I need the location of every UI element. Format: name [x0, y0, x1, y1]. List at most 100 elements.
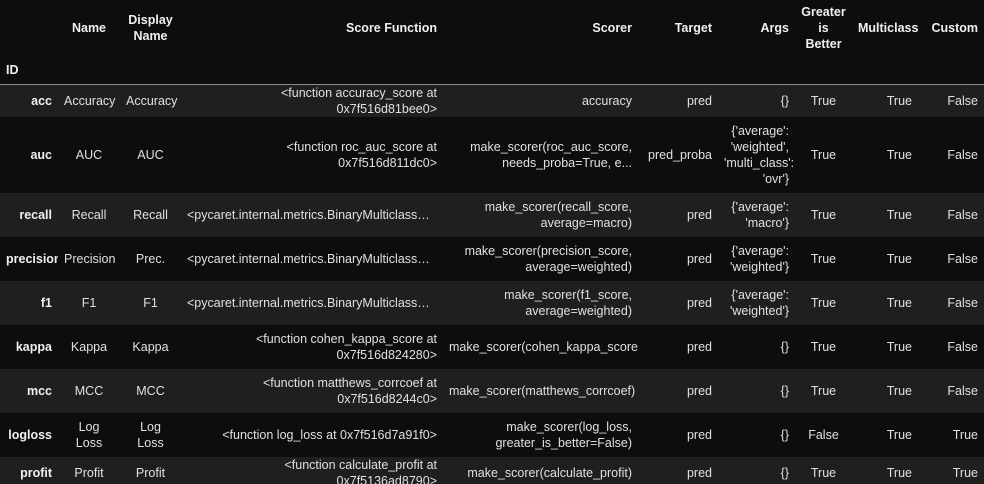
cell-display-name: Profit	[135, 466, 166, 480]
cell-multiclass: True	[886, 94, 912, 108]
index-corner-cell	[0, 0, 58, 56]
cell-greater-is-better: True	[810, 466, 837, 480]
cell-multiclass: True	[886, 428, 912, 442]
cell-custom: False	[947, 148, 978, 162]
row-id: profit	[20, 466, 52, 480]
column-header-scorer: Scorer	[592, 21, 632, 35]
cell-name: MCC	[74, 384, 104, 398]
cell-args: {'average': 'weighted', 'multi_class': '…	[724, 124, 795, 186]
cell-multiclass: True	[886, 208, 912, 222]
cell-score-function: <function calculate_profit at 0x7f5136ad…	[284, 458, 437, 484]
row-id: acc	[31, 94, 52, 108]
table-body: acc Accuracy Accuracy <function accuracy…	[0, 84, 984, 484]
cell-custom: True	[952, 466, 978, 480]
table-row: profit Profit Profit <function calculate…	[0, 457, 984, 484]
cell-multiclass: True	[886, 148, 912, 162]
cell-display-name: MCC	[136, 384, 165, 398]
row-id: mcc	[26, 384, 52, 398]
column-header-greater-is-better: Greater is Better	[801, 5, 846, 51]
cell-custom: False	[947, 252, 978, 266]
index-name-row: ID	[0, 56, 984, 85]
cell-custom: False	[947, 94, 978, 108]
cell-scorer: make_scorer(f1_score, average=weighted)	[504, 288, 632, 318]
cell-score-function: <function roc_auc_score at 0x7f516d811dc…	[286, 140, 437, 170]
cell-target: pred	[686, 252, 712, 266]
cell-custom: False	[947, 384, 978, 398]
table-row: kappa Kappa Kappa <function cohen_kappa_…	[0, 325, 984, 369]
cell-args: {'average': 'weighted'}	[730, 244, 789, 274]
column-header-args: Args	[760, 21, 789, 35]
table-row: f1 F1 F1 <pycaret.internal.metrics.Binar…	[0, 281, 984, 325]
cell-scorer: make_scorer(log_loss, greater_is_better=…	[495, 420, 632, 450]
cell-display-name: AUC	[137, 148, 164, 162]
cell-args: {}	[780, 428, 789, 442]
cell-target: pred	[686, 296, 712, 310]
cell-target: pred_proba	[648, 148, 712, 162]
cell-name: Log Loss	[75, 420, 103, 450]
column-header-row: Name Display Name Score Function Scorer …	[0, 0, 984, 56]
table-row: mcc MCC MCC <function matthews_corrcoef …	[0, 369, 984, 413]
table-row: acc Accuracy Accuracy <function accuracy…	[0, 84, 984, 117]
cell-name: Precision	[64, 252, 116, 266]
index-name-label: ID	[0, 56, 58, 85]
cell-scorer: make_scorer(cohen_kappa_score)	[449, 340, 638, 354]
cell-target: pred	[686, 94, 712, 108]
cell-args: {}	[780, 94, 789, 108]
cell-multiclass: True	[886, 384, 912, 398]
cell-target: pred	[686, 428, 712, 442]
cell-name: F1	[81, 296, 97, 310]
cell-display-name: Prec.	[135, 252, 166, 266]
row-id: recall	[19, 208, 52, 222]
cell-scorer: make_scorer(roc_auc_score, needs_proba=T…	[470, 140, 632, 170]
row-id: kappa	[15, 340, 52, 354]
column-header-multiclass: Multiclass	[858, 21, 918, 35]
column-header-target: Target	[674, 21, 712, 35]
cell-multiclass: True	[886, 466, 912, 480]
table-header: Name Display Name Score Function Scorer …	[0, 0, 984, 85]
table-row: logloss Log Loss Log Loss <function log_…	[0, 413, 984, 457]
cell-name: Kappa	[70, 340, 108, 354]
cell-score-function: <pycaret.internal.metrics.BinaryMulticla…	[187, 208, 443, 222]
cell-multiclass: True	[886, 340, 912, 354]
row-id: f1	[40, 296, 52, 310]
cell-scorer: make_scorer(matthews_corrcoef)	[449, 384, 636, 398]
cell-name: Profit	[74, 466, 104, 480]
cell-scorer: make_scorer(recall_score, average=macro)	[484, 200, 632, 230]
cell-target: pred	[686, 340, 712, 354]
cell-greater-is-better: True	[810, 208, 837, 222]
cell-custom: True	[952, 428, 978, 442]
row-id: auc	[30, 148, 52, 162]
cell-multiclass: True	[886, 296, 912, 310]
cell-display-name: Accuracy	[126, 94, 178, 108]
cell-greater-is-better: True	[810, 340, 837, 354]
column-header-display-name: Display Name	[128, 13, 173, 43]
cell-target: pred	[686, 466, 712, 480]
cell-greater-is-better: True	[810, 252, 837, 266]
row-id: precision	[6, 252, 58, 266]
column-header-custom: Custom	[931, 21, 978, 35]
cell-score-function: <function accuracy_score at 0x7f516d81be…	[281, 86, 437, 116]
cell-scorer: make_scorer(calculate_profit)	[467, 466, 632, 480]
cell-target: pred	[686, 208, 712, 222]
cell-custom: False	[947, 208, 978, 222]
column-header-name: Name	[71, 21, 107, 35]
cell-custom: False	[947, 340, 978, 354]
cell-score-function: <function matthews_corrcoef at 0x7f516d8…	[262, 376, 437, 406]
cell-args: {}	[780, 466, 789, 480]
cell-multiclass: True	[886, 252, 912, 266]
cell-scorer: accuracy	[581, 94, 632, 108]
cell-greater-is-better: True	[810, 148, 837, 162]
cell-args: {'average': 'weighted'}	[730, 288, 789, 318]
cell-name: Accuracy	[64, 94, 116, 108]
cell-args: {'average': 'macro'}	[731, 200, 789, 230]
cell-greater-is-better: True	[810, 94, 837, 108]
cell-score-function: <pycaret.internal.metrics.BinaryMulticla…	[187, 252, 443, 266]
cell-display-name: Kappa	[132, 340, 169, 354]
cell-name: Recall	[71, 208, 107, 222]
cell-custom: False	[947, 296, 978, 310]
row-id: logloss	[8, 428, 52, 442]
metrics-dataframe: Name Display Name Score Function Scorer …	[0, 0, 984, 484]
cell-target: pred	[686, 384, 712, 398]
cell-greater-is-better: True	[810, 296, 837, 310]
cell-greater-is-better: True	[810, 384, 837, 398]
